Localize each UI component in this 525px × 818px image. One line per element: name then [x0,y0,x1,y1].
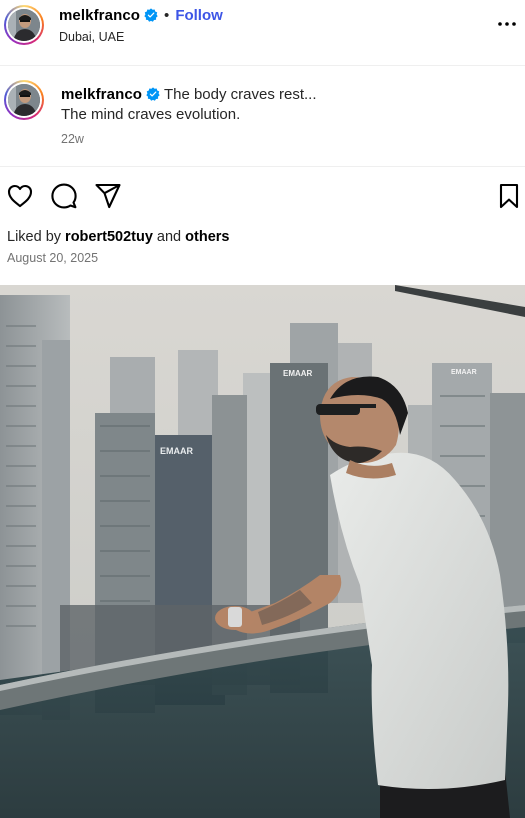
caption-block: melkfranco The body craves rest... The m… [0,66,525,167]
liked-by-user-link[interactable]: robert502tuy [65,229,153,245]
caption-first-line: melkfranco The body craves rest... [61,86,317,103]
caption-text-line1: The body craves rest... [163,86,317,103]
building-sign: EMAAR [451,369,477,376]
share-icon[interactable] [94,182,122,210]
caption-avatar-image [8,84,40,116]
post-header: melkfranco • Follow Dubai, UAE [0,0,525,66]
caption-text-line2: The mind craves evolution. [61,106,241,123]
follow-button[interactable]: Follow [175,7,223,24]
avatar[interactable] [4,5,44,45]
bookmark-icon[interactable] [496,182,522,210]
separator-dot: • [164,7,170,24]
verified-badge-icon [144,8,158,22]
location-link[interactable]: Dubai, UAE [59,30,124,44]
header-user-line: melkfranco • Follow [59,7,223,24]
action-bar [0,167,525,222]
building-sign: EMAAR [160,446,193,456]
caption-timestamp[interactable]: 22w [61,132,84,146]
username-link[interactable]: melkfranco [59,7,140,24]
likes-joiner: and [156,229,182,245]
comment-icon[interactable] [50,182,78,210]
likes-prefix: Liked by [7,229,62,245]
caption-avatar[interactable] [4,80,44,120]
post-date: August 20, 2025 [7,251,99,265]
likes-summary: Liked by robert502tuy and others [7,229,229,245]
heart-icon[interactable] [6,182,34,210]
caption-username[interactable]: melkfranco [61,86,142,103]
building-sign: EMAAR [283,369,313,378]
avatar-image [8,9,40,41]
verified-badge-icon [146,87,160,101]
more-options-icon[interactable] [496,16,518,32]
post-photo-scene: EMAAR EMAAR EMAAR [0,285,525,818]
likes-others-link[interactable]: others [185,229,229,245]
post-photo[interactable]: EMAAR EMAAR EMAAR [0,285,525,818]
